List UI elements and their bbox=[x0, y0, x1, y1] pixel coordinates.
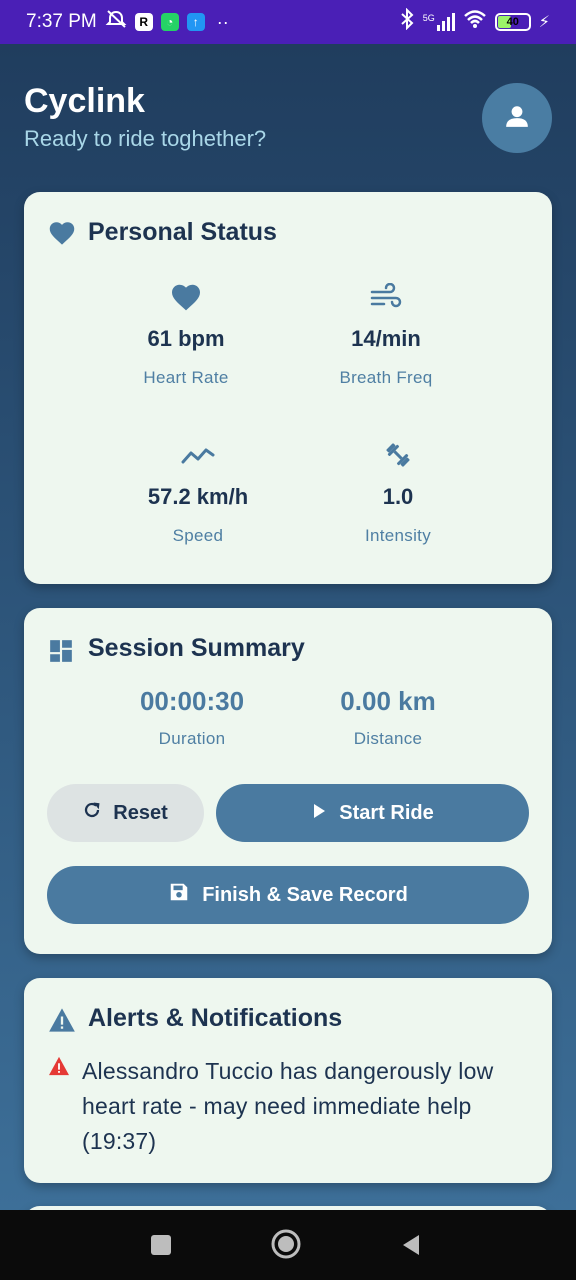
bluetooth-icon bbox=[399, 7, 415, 36]
back-button[interactable] bbox=[396, 1230, 426, 1260]
app-subtitle: Ready to ride toghether? bbox=[24, 126, 267, 151]
save-icon bbox=[168, 881, 190, 909]
trending-icon bbox=[98, 438, 298, 472]
navigation-bar bbox=[0, 1210, 576, 1280]
start-ride-button[interactable]: Start Ride bbox=[216, 784, 529, 842]
speed-value: 57.2 km/h bbox=[147, 484, 249, 509]
duration-value: 00:00:30 bbox=[139, 686, 245, 716]
battery-level: 40 bbox=[506, 16, 519, 28]
heart-rate-label: Heart Rate bbox=[143, 368, 229, 387]
finish-save-button[interactable]: Finish & Save Record bbox=[47, 866, 529, 924]
speed-label: Speed bbox=[172, 526, 224, 545]
dashboard-icon bbox=[48, 638, 74, 669]
person-icon bbox=[504, 103, 530, 134]
warning-icon bbox=[48, 1007, 76, 1038]
heart-icon bbox=[86, 280, 286, 314]
intensity-metric: 1.0 Intensity bbox=[298, 438, 498, 546]
personal-status-title: Personal Status bbox=[88, 218, 277, 246]
status-bar-right: 5G 40 ⚡ bbox=[399, 7, 550, 36]
more-icon: ·· bbox=[216, 11, 229, 32]
session-summary-card: Session Summary 00:00:30 Duration 0.00 k… bbox=[24, 608, 552, 954]
battery-icon: 40 bbox=[494, 13, 531, 31]
charging-icon: ⚡ bbox=[538, 14, 550, 31]
alerts-card: Alerts & Notifications Alessandro Tuccio… bbox=[24, 978, 552, 1183]
network-type: 5G bbox=[422, 13, 435, 23]
warning-icon bbox=[48, 1056, 70, 1081]
heart-rate-value: 61 bpm bbox=[147, 326, 225, 351]
signal-icon: 5G bbox=[423, 13, 455, 31]
dumbbell-icon bbox=[298, 438, 498, 472]
distance-label: Distance bbox=[353, 729, 423, 748]
breath-freq-label: Breath Freq bbox=[339, 368, 433, 387]
status-bar: 7:37 PM R ◔ ↑ ·· 5G 40 ⚡ bbox=[0, 0, 576, 44]
alert-message: Alessandro Tuccio has dangerously low he… bbox=[82, 1058, 494, 1154]
distance-summary: 0.00 km Distance bbox=[288, 686, 488, 749]
session-summary-title: Session Summary bbox=[88, 634, 305, 662]
heart-rate-metric: 61 bpm Heart Rate bbox=[86, 280, 286, 388]
profile-button[interactable] bbox=[482, 83, 552, 153]
alerts-title: Alerts & Notifications bbox=[88, 1004, 343, 1032]
reset-button[interactable]: Reset bbox=[47, 784, 204, 842]
refresh-icon bbox=[83, 801, 101, 825]
app-title: Cyclink bbox=[24, 82, 145, 120]
intensity-label: Intensity bbox=[364, 526, 431, 545]
whatsapp-icon: ◔ bbox=[160, 13, 179, 31]
heart-icon bbox=[48, 220, 76, 251]
status-bar-left: 7:37 PM R ◔ ↑ ·· bbox=[26, 9, 229, 35]
duration-label: Duration bbox=[158, 729, 226, 748]
personal-status-card: Personal Status 61 bpm Heart Rate 14/min… bbox=[24, 192, 552, 584]
reset-label: Reset bbox=[113, 801, 168, 824]
main-screen: Cyclink Ready to ride toghether? Persona… bbox=[0, 44, 576, 1210]
mute-icon bbox=[105, 9, 127, 35]
speed-metric: 57.2 km/h Speed bbox=[98, 438, 298, 546]
status-time: 7:37 PM bbox=[26, 11, 97, 32]
wifi-icon bbox=[463, 9, 487, 35]
breath-freq-metric: 14/min Breath Freq bbox=[286, 280, 486, 388]
play-icon bbox=[311, 802, 327, 825]
duration-summary: 00:00:30 Duration bbox=[92, 686, 292, 749]
recents-button[interactable] bbox=[146, 1230, 176, 1260]
finish-save-label: Finish & Save Record bbox=[202, 883, 408, 906]
intensity-value: 1.0 bbox=[382, 484, 414, 509]
start-ride-label: Start Ride bbox=[339, 801, 434, 824]
breath-freq-value: 14/min bbox=[351, 326, 421, 351]
r-app-icon: R bbox=[134, 13, 153, 31]
upload-icon: ↑ bbox=[186, 13, 205, 31]
distance-value: 0.00 km bbox=[340, 686, 436, 716]
wind-icon bbox=[286, 280, 486, 314]
home-button[interactable] bbox=[270, 1228, 302, 1260]
